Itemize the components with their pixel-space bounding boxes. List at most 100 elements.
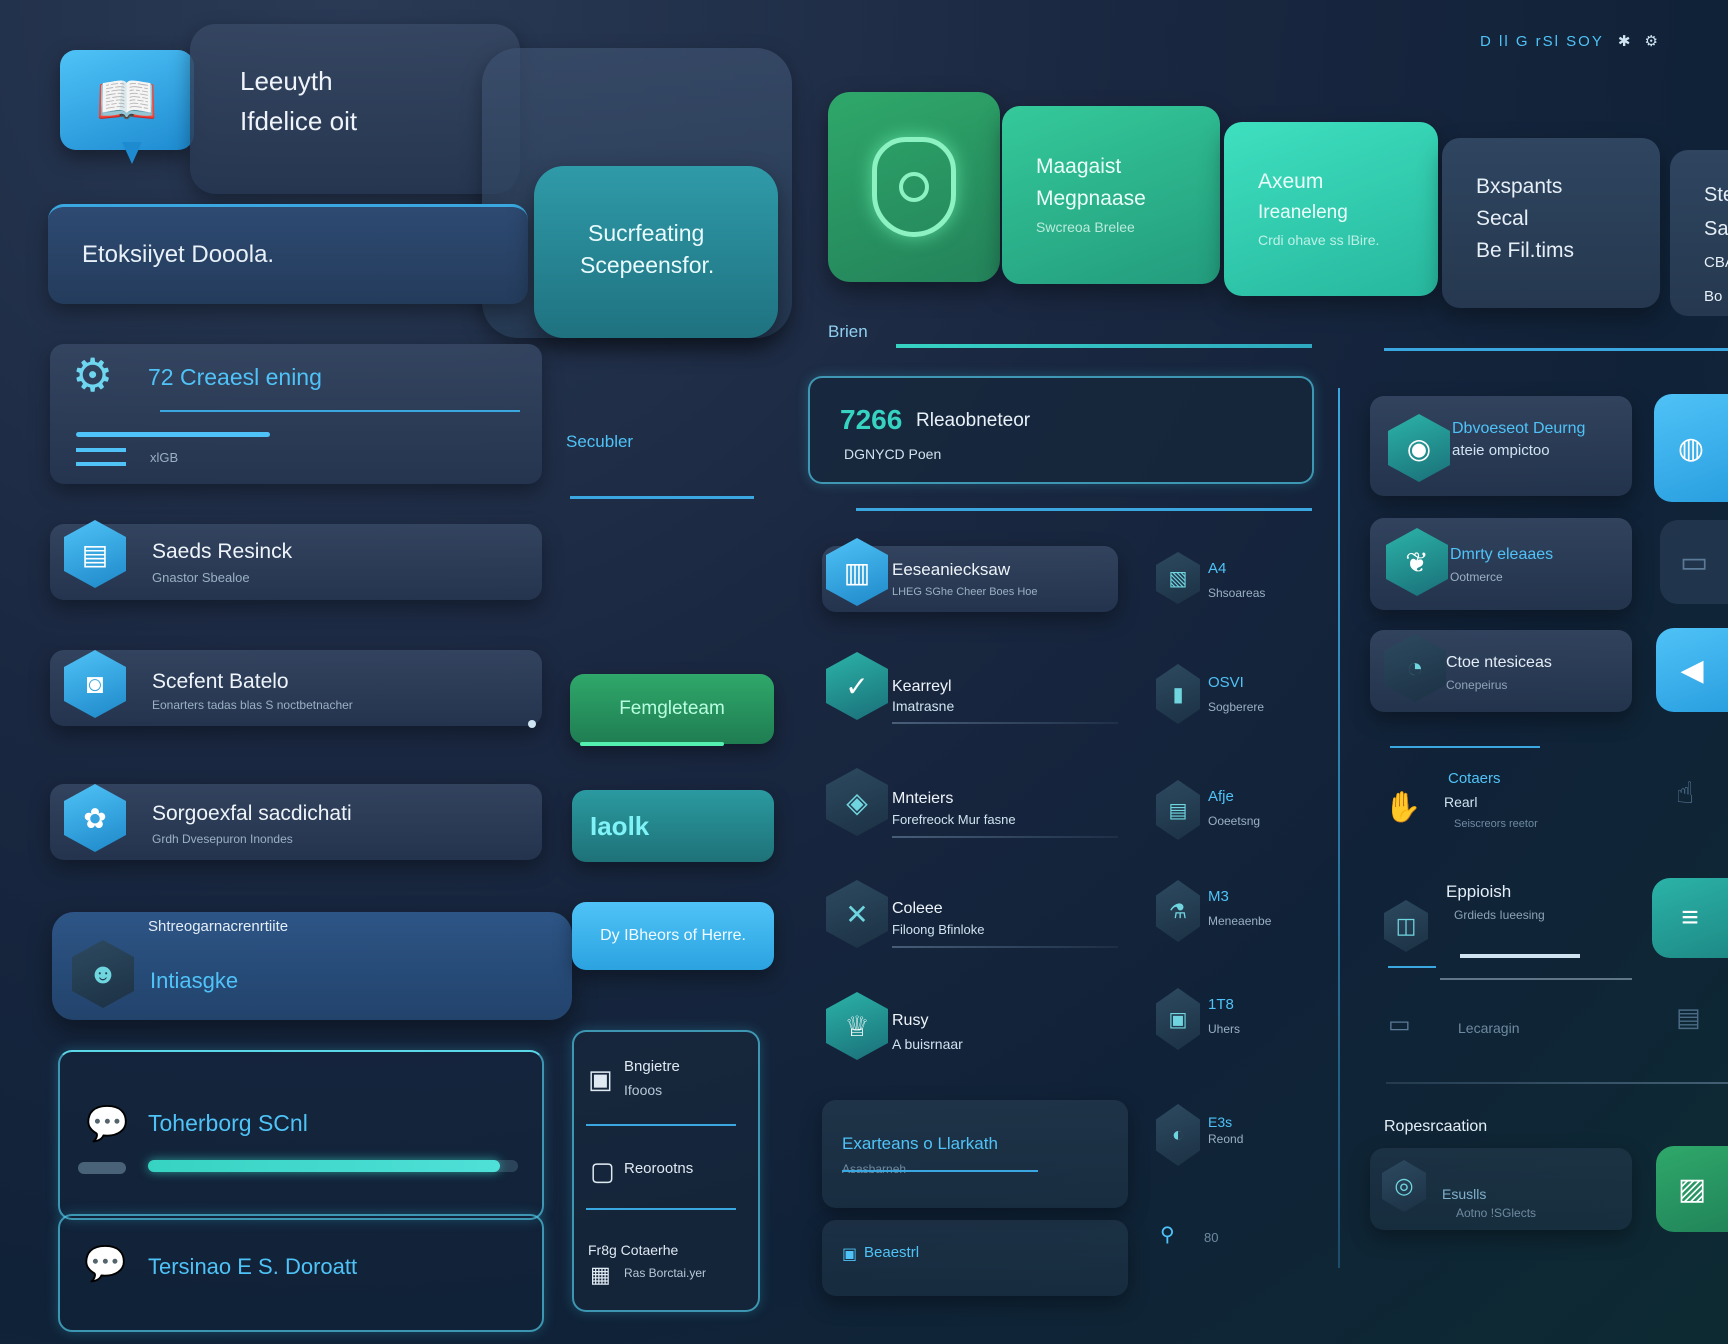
- list-item-title: Lecaragin: [1458, 1020, 1520, 1036]
- side-item-sub: Shsoareas: [1208, 586, 1266, 600]
- list-item-title: Dbvoeseot Deurng: [1452, 420, 1586, 437]
- tag-icon: ◈: [826, 768, 888, 836]
- gear-cluster-icon: ⚙: [72, 349, 114, 401]
- callout-line2: Scepeensfor.: [580, 252, 715, 278]
- list-item-sub: Conepeirus: [1446, 678, 1508, 692]
- footer-card[interactable]: ▣ Beaestrl: [822, 1220, 1128, 1296]
- list-item-sub: Grdh Dvesepuron Inondes: [152, 832, 293, 846]
- highlight-title: Rleaobneteor: [916, 410, 1031, 431]
- clipboard-icon: ▤: [1676, 1002, 1701, 1032]
- list-item[interactable]: ✋ Cotaers Rearl Seiscreors reetor: [1370, 760, 1632, 860]
- tile-2[interactable]: Axeum Ireaneleng Crdi ohave ss lBire.: [1224, 122, 1438, 296]
- list-item[interactable]: ◎ Esuslls Aotno !SGlects: [1370, 1148, 1632, 1230]
- image-icon: ▣: [588, 1064, 613, 1094]
- side-item-title: OSVI: [1208, 674, 1244, 691]
- folder-button[interactable]: ▭: [1660, 520, 1728, 604]
- middle-header-label: Brien: [828, 322, 868, 341]
- footer-small: 80: [1204, 1230, 1219, 1245]
- highlight-number: 7266: [840, 404, 903, 435]
- list-item[interactable]: ▤ Saeds Resinck Gnastor Sbealoe: [50, 520, 542, 600]
- tile-1[interactable]: Maagaist Megpnaase Swcreoa Brelee: [1002, 106, 1220, 284]
- card-icon: ▭: [1388, 1011, 1411, 1038]
- list-item-title: Eeseaniecksaw: [892, 560, 1011, 579]
- gallery-button[interactable]: ▨: [1656, 1146, 1728, 1232]
- list-item[interactable]: ♕ Rusy A buisrnaar: [822, 992, 1118, 1062]
- section-card: ⚙ 72 Creaesl ening xlGB: [50, 344, 542, 484]
- list-item[interactable]: ▥ Eeseaniecksaw LHEG SGhe Cheer Boes Hoe: [822, 538, 1118, 612]
- calendar-icon: ▦: [590, 1262, 611, 1287]
- section-sub: xlGB: [150, 450, 179, 465]
- header-title-card: Leeuyth Ifdelice oit: [190, 24, 520, 194]
- list-item-title: Dmrty eleaaes: [1450, 546, 1554, 563]
- mini-item-line2: Ras Borctai.yer: [624, 1266, 707, 1280]
- list-item-sub: Forefreock Mur fasne: [892, 812, 1016, 827]
- search-bar[interactable]: Etoksiiyet Dooola.: [48, 204, 528, 304]
- mini-item-line2: Ifooos: [624, 1082, 663, 1098]
- side-link[interactable]: Secubler: [566, 432, 633, 452]
- progress-card[interactable]: 💬 Tersinao E S. Doroatt: [58, 1214, 544, 1332]
- list-item[interactable]: ✕ Coleee Filoong Bfinloke: [822, 880, 1118, 948]
- cta-button[interactable]: Dy IBheors of Herre.: [572, 902, 774, 970]
- list-item[interactable]: ◔ Ctoe ntesiceas Conepeirus: [1370, 630, 1632, 712]
- settings-icon[interactable]: ⚙: [1644, 32, 1657, 50]
- list-item-title: Cotaers: [1448, 770, 1501, 787]
- progress-card-title: Tersinao E S. Doroatt: [148, 1254, 358, 1279]
- tile-3[interactable]: Bxspants Secal Be Fil.tims: [1442, 138, 1660, 308]
- primary-button[interactable]: Femgleteam: [570, 674, 774, 744]
- list-item[interactable]: ◈ Mnteiers Forefreock Mur fasne: [822, 768, 1118, 838]
- list-item-sub2: Seiscreors reetor: [1454, 818, 1538, 830]
- bottom-card[interactable]: Exarteans o Llarkath Asasbarneh: [822, 1100, 1128, 1208]
- mini-item-line1: Reorootns: [624, 1160, 694, 1177]
- printer-icon: ▤: [1156, 780, 1200, 840]
- tile-1-sub: Megpnaase: [1036, 187, 1146, 210]
- tools-icon: ✕: [826, 880, 888, 948]
- highlight-underline: [856, 508, 1312, 511]
- list-button[interactable]: ≡: [1652, 878, 1728, 958]
- input-title: Intiasgke: [150, 968, 239, 993]
- list-item[interactable]: ❦ Dmrty eleaaes Ootmerce: [1370, 518, 1632, 610]
- hand-icon: ☝: [1676, 777, 1695, 810]
- list-item[interactable]: ◙ Scefent Batelo Eonarters tadas blas S …: [50, 650, 542, 726]
- list-item[interactable]: ✿ Sorgoexfal sacdichati Grdh Dvesepuron …: [50, 784, 542, 860]
- list-item-sub: Eonarters tadas blas S noctbetnacher: [152, 698, 353, 712]
- tile-3-title: Bxspants: [1476, 175, 1563, 198]
- lock-icon: ▣: [842, 1246, 858, 1263]
- book-icon: 📖: [95, 71, 159, 128]
- highlight-card[interactable]: 7266 Rleaobneteor DGNYCD Poen: [808, 376, 1314, 484]
- progress-track: [148, 1160, 518, 1172]
- list-item[interactable]: ✓ Kearreyl Imatrasne: [822, 652, 1118, 724]
- tile-2-sub: Ireaneleng: [1258, 202, 1348, 223]
- megaphone-button[interactable]: ◀: [1656, 628, 1728, 712]
- lightbulb-icon: ◐: [1156, 1104, 1200, 1166]
- side-item-title: Afje: [1208, 788, 1234, 805]
- list-lines-icon: [76, 448, 126, 466]
- tile-4-line2: Sa: [1704, 218, 1728, 240]
- list-item[interactable]: ▭ Lecaragin: [1370, 996, 1632, 1062]
- app-title-line2: Ifdelice oit: [240, 106, 358, 136]
- list-item[interactable]: ◉ Dbvoeseot Deurng ateie ompictoo: [1370, 396, 1632, 496]
- side-item-sub: Ooeetsng: [1208, 814, 1261, 828]
- tile-4-line4: Bo: [1704, 288, 1723, 305]
- app-logo[interactable]: 📖: [60, 50, 194, 150]
- tile-4-line3: CBA: [1704, 254, 1728, 271]
- right-header-line: [1384, 348, 1728, 351]
- callout-bubble[interactable]: Sucrfeating Scepeensfor.: [534, 166, 778, 338]
- primary-button-underline: [580, 742, 724, 746]
- cta-button-label: Dy IBheors of Herre.: [600, 927, 746, 944]
- mini-item-line1: Bngietre: [624, 1058, 680, 1075]
- footer-link: Beaestrl: [864, 1244, 920, 1261]
- fingerprint-button[interactable]: ◍: [1654, 394, 1728, 502]
- divider: [1390, 746, 1540, 748]
- input-panel[interactable]: Shtreogarnacrenrtiite ☻ Intiasgke: [52, 912, 572, 1020]
- leaf-icon: ❦: [1386, 528, 1448, 596]
- progress-handle[interactable]: [78, 1162, 126, 1174]
- divider: [1440, 978, 1632, 980]
- status-text: D ll G rSl SOY: [1480, 32, 1604, 50]
- mini-list: ▣ Bngietre Ifooos ▢ Reorootns Fr8g Cotae…: [572, 1030, 760, 1312]
- tile-2-note: Crdi ohave ss lBire.: [1258, 232, 1380, 248]
- tile-4[interactable]: Ste Sa CBA Bo: [1670, 150, 1728, 316]
- progress-card[interactable]: 💬 Toherborg SCnl: [58, 1050, 544, 1220]
- shield-tile[interactable]: [828, 92, 1000, 282]
- secondary-button[interactable]: Iaolk: [572, 790, 774, 862]
- list-item-title: Eppioish: [1446, 882, 1512, 901]
